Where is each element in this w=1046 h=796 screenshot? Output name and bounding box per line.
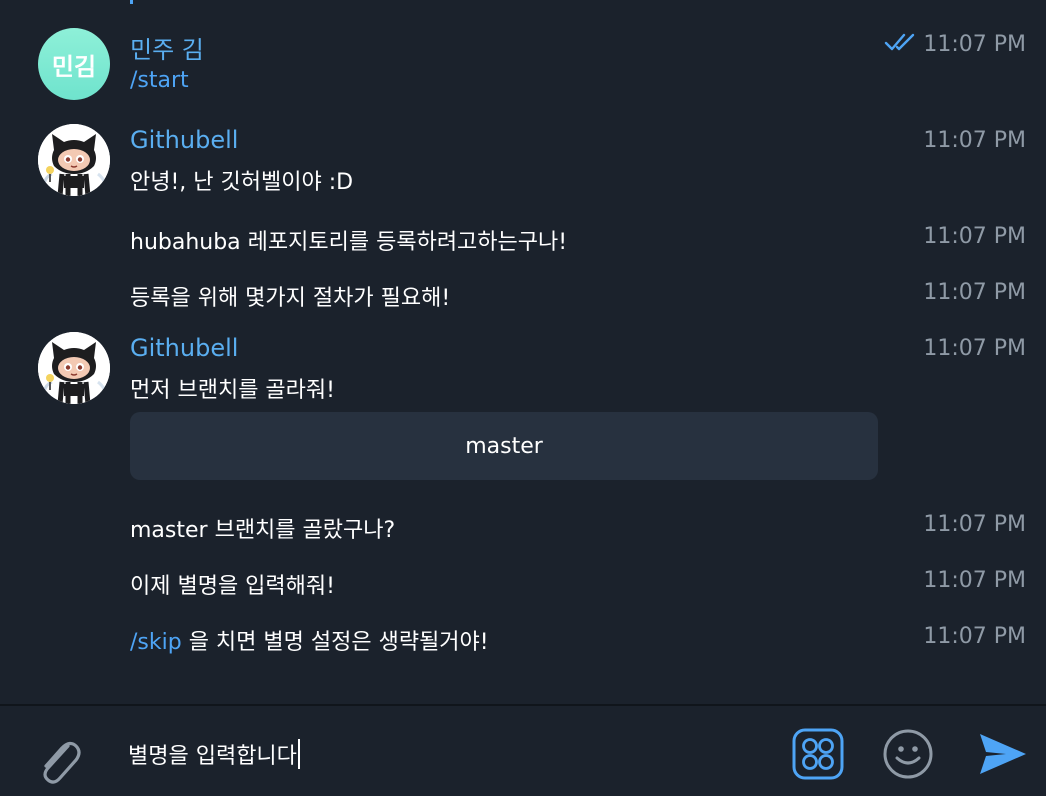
avatar-bot[interactable] bbox=[38, 332, 110, 404]
inline-keyboard-button-master[interactable]: master bbox=[130, 412, 878, 480]
message-text[interactable]: 먼저 브랜치를 골라줘! bbox=[130, 372, 335, 404]
message-time: 11:07 PM bbox=[923, 32, 1026, 57]
message-time: 11:07 PM bbox=[923, 128, 1026, 153]
paperclip-icon[interactable] bbox=[34, 732, 82, 788]
message-time: 11:07 PM bbox=[923, 336, 1026, 361]
octocat-avatar-icon bbox=[38, 124, 110, 196]
message-input[interactable]: 별명을 입력합니다 bbox=[128, 734, 768, 774]
double-check-icon bbox=[884, 33, 915, 51]
message-time: 11:07 PM bbox=[923, 224, 1026, 249]
avatar-user[interactable]: 민김 bbox=[38, 28, 110, 100]
text-caret bbox=[297, 739, 300, 769]
message-composer: 별명을 입력합니다 bbox=[0, 706, 1046, 796]
message-text[interactable]: 안녕!, 난 깃허벨이야 :D bbox=[130, 164, 353, 196]
message-time: 11:07 PM bbox=[923, 512, 1026, 537]
message-text-rest: 을 치면 별명 설정은 생략될거야! bbox=[181, 630, 489, 655]
message-input-value: 별명을 입력합니다 bbox=[128, 744, 297, 769]
message-text[interactable]: /start bbox=[130, 68, 189, 93]
avatar-initials: 민김 bbox=[51, 52, 97, 81]
message-time: 11:07 PM bbox=[923, 568, 1026, 593]
sender-name[interactable]: 민주 김 bbox=[130, 30, 204, 65]
octocat-avatar-icon bbox=[38, 332, 110, 404]
message-text[interactable]: /skip 을 치면 별명 설정은 생략될거야! bbox=[130, 624, 489, 656]
avatar-bot[interactable] bbox=[38, 124, 110, 196]
smiley-icon[interactable] bbox=[882, 728, 934, 780]
sender-name[interactable]: Githubell bbox=[130, 334, 238, 362]
message-text[interactable]: 이제 별명을 입력해줘! bbox=[130, 568, 335, 600]
message-time: 11:07 PM bbox=[923, 280, 1026, 305]
message-time: 11:07 PM bbox=[923, 624, 1026, 649]
inline-button-label: master bbox=[465, 433, 543, 459]
message-list[interactable]: 민김 민주 김 /start 11:07 PM Githubell 안녕!, 난… bbox=[0, 0, 1046, 704]
command-link-skip[interactable]: /skip bbox=[130, 630, 182, 655]
send-icon[interactable] bbox=[976, 730, 1030, 778]
sender-name[interactable]: Githubell bbox=[130, 126, 238, 154]
message-text[interactable]: hubahuba 레포지토리를 등록하려고하는구나! bbox=[130, 224, 567, 256]
message-text[interactable]: 등록을 위해 몇가지 절차가 필요해! bbox=[130, 280, 450, 312]
message-text[interactable]: master 브랜치를 골랐구나? bbox=[130, 512, 395, 544]
bot-commands-icon[interactable] bbox=[792, 728, 844, 780]
